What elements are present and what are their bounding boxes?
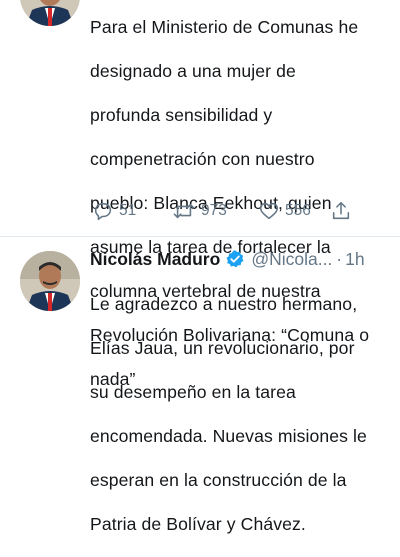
tweet-top[interactable]: Para el Ministerio de Comunas he designa… — [0, 0, 400, 389]
author-name[interactable]: Nicolás Maduro — [90, 249, 220, 270]
tweet-text-line: encomendada. Nuevas misiones le — [90, 426, 367, 446]
avatar[interactable] — [20, 0, 80, 26]
tweet-text-line: Para el Ministerio de Comunas he — [90, 17, 359, 37]
separator-dot: · — [336, 248, 343, 269]
avatar-image — [20, 251, 80, 311]
tweet-timestamp[interactable]: 1h — [345, 249, 364, 270]
retweet-icon — [173, 203, 195, 219]
tweet-second[interactable]: Nicolás Maduro @Nicola... · 1h Le agrade… — [0, 237, 400, 534]
tweet-text-line: profunda sensibilidad y — [90, 105, 273, 125]
heart-icon — [259, 202, 279, 220]
reply-count: 51 — [119, 202, 137, 219]
share-icon — [332, 201, 350, 220]
tweet-text-line: designado a una mujer de — [90, 61, 296, 81]
tweet-text-line: esperan en la construcción de la — [90, 470, 347, 490]
tweet-text: Le agradezco a nuestro hermano, Elías Ja… — [90, 271, 390, 557]
share-button[interactable] — [330, 200, 352, 222]
like-count: 556 — [285, 202, 311, 219]
reply-icon — [94, 202, 112, 221]
retweet-count: 973 — [201, 202, 227, 219]
tweet-text-line: Le agradezco a nuestro hermano, — [90, 294, 358, 314]
reply-button[interactable]: 51 — [92, 200, 136, 222]
tweet-text-line: compenetración con nuestro — [90, 149, 315, 169]
tweet-actions: 51 973 556 — [92, 200, 392, 224]
verified-badge-icon — [225, 249, 245, 269]
retweet-button[interactable]: 973 — [172, 200, 227, 222]
avatar-image — [20, 0, 80, 26]
like-button[interactable]: 556 — [258, 200, 311, 222]
tweet-text-line: Patria de Bolívar y Chávez. — [90, 514, 306, 534]
tweet-header: Nicolás Maduro @Nicola... · 1h — [90, 247, 400, 271]
avatar[interactable] — [20, 251, 80, 311]
author-handle[interactable]: @Nicola... — [251, 249, 332, 270]
tweet-text-line: Elías Jaua, un revolucionario, por — [90, 338, 355, 358]
